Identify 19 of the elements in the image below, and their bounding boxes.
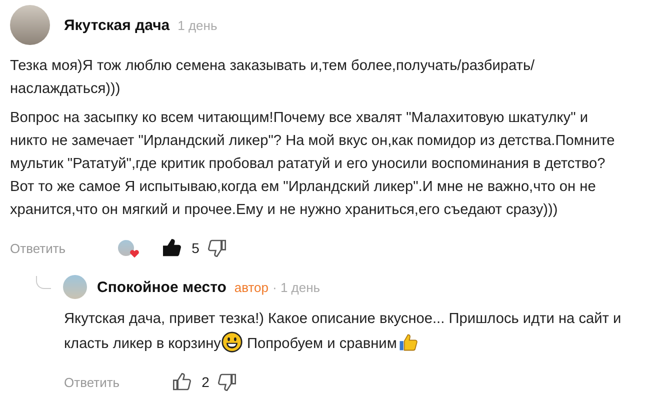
author-label: автор: [234, 280, 268, 294]
comment-text: Якутская дача, привет тезка!) Какое описание вкусное... Пришлось идти на сайт и класть ликер в корзину Попробуем и сравним: [64, 310, 622, 355]
author-name[interactable]: Спокойное место: [97, 278, 226, 296]
like-button[interactable]: [162, 238, 182, 258]
smiley-emoji-icon: [220, 331, 243, 353]
comment-time: · 1 день: [272, 280, 320, 294]
like-count: 2: [202, 374, 210, 390]
thread-connector: [36, 276, 51, 288]
like-button[interactable]: [172, 372, 192, 392]
dislike-button[interactable]: [207, 238, 228, 258]
dislike-button[interactable]: [217, 372, 238, 392]
comment-text: Вопрос на засыпку ко всем читающим!Почему все хвалят "Малахитовую шкатулку" и никто не замечает "Ирландский ликер"? На мой вкус он,как помидор из детства.Помните мультик "Рататуй",где критик пробовал рататуй и его уносили воспоминания в детство?Вот то же самое Я испытываю,когда ем "Ирландский ликер".И мне не важно,что он не хранится,что он мягкий и прочее.Ему и не нужно храниться,его съедают сразу))): [10, 109, 616, 220]
heart-icon: [128, 248, 140, 259]
comment-text: Тезка моя)Я тож люблю семена заказывать и,тем более,получать/разбирать/наслаждаться))): [10, 57, 536, 99]
author-name[interactable]: Якутская дача: [64, 16, 170, 34]
avatar-photo: [10, 5, 50, 45]
avatar-photo: [63, 275, 87, 299]
like-count: 5: [192, 240, 200, 256]
comment-time: 1 день: [178, 18, 218, 32]
